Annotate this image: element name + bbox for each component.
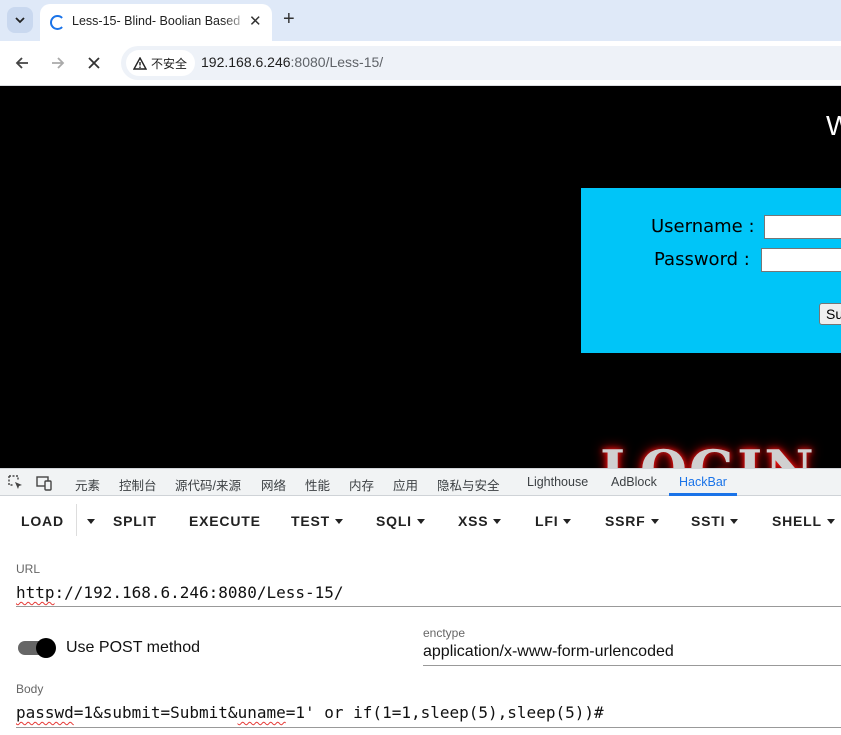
sqli-menu-button[interactable]: SQLI (376, 513, 425, 529)
xss-menu-label: XSS (458, 513, 489, 529)
close-icon (88, 57, 100, 69)
url-field-value: ://192.168.6.246:8080/Less-15/ (54, 583, 344, 602)
password-input[interactable] (761, 248, 841, 272)
password-label: Password : (654, 249, 750, 270)
body-field-label: Body (16, 682, 44, 696)
tab-close-icon[interactable]: ✕ (249, 12, 262, 30)
xss-menu-button[interactable]: XSS (458, 513, 502, 529)
hackbar-toolbar: LOAD SPLIT EXECUTE TEST SQLI XSS LFI SSR… (0, 496, 841, 544)
login-form: Username : Password : Su (581, 188, 841, 353)
enctype-underline (423, 665, 841, 666)
body-uname-word: uname (237, 703, 286, 722)
devtools-tab-sources[interactable]: 源代码/来源 (175, 475, 241, 494)
chevron-down-icon (15, 17, 25, 24)
test-menu-label: TEST (291, 513, 330, 529)
forward-button[interactable] (45, 50, 71, 76)
caret-down-icon (650, 519, 659, 524)
url-field-input[interactable]: http://192.168.6.246:8080/Less-15/ (16, 583, 344, 602)
browser-toolbar: 不安全 192.168.6.246:8080/Less-15/ (0, 41, 841, 86)
browser-tab-active[interactable]: Less-15- Blind- Boolian Based ✕ (40, 4, 272, 41)
address-bar[interactable]: 不安全 192.168.6.246:8080/Less-15/ (121, 46, 841, 80)
warning-triangle-icon (133, 56, 147, 70)
execute-button[interactable]: EXECUTE (189, 513, 261, 529)
test-menu-button[interactable]: TEST (291, 513, 343, 529)
inspect-element-icon[interactable] (7, 474, 25, 492)
devtools-tab-adblock[interactable]: AdBlock (611, 475, 657, 489)
caret-down-icon (826, 519, 835, 524)
url-path: :8080/Less-15/ (290, 54, 384, 70)
back-button[interactable] (9, 50, 35, 76)
caret-down-icon (563, 519, 572, 524)
load-options-dropdown[interactable] (82, 513, 95, 529)
devtools-tabbar: 元素 控制台 源代码/来源 网络 性能 内存 应用 隐私与安全 Lighthou… (0, 468, 841, 496)
devtools-tab-application[interactable]: 应用 (393, 475, 418, 494)
body-field-input[interactable]: passwd=1&submit=Submit&uname=1' or if(1=… (16, 703, 604, 722)
username-label: Username : (651, 216, 755, 237)
caret-down-icon (416, 519, 425, 524)
lfi-menu-label: LFI (535, 513, 559, 529)
ssrf-menu-label: SSRF (605, 513, 646, 529)
body-field-underline (16, 727, 841, 728)
devtools-tab-lighthouse[interactable]: Lighthouse (527, 475, 588, 489)
ssti-menu-label: SSTI (691, 513, 726, 529)
caret-down-icon (493, 519, 502, 524)
devtools-tab-performance[interactable]: 性能 (305, 475, 330, 494)
device-toolbar-icon[interactable] (35, 474, 53, 492)
arrow-left-icon (15, 57, 28, 69)
stop-loading-button[interactable] (81, 50, 107, 76)
security-indicator[interactable]: 不安全 (126, 50, 195, 76)
new-tab-button[interactable]: + (283, 8, 295, 30)
login-banner-image: LOGIN (600, 438, 816, 468)
devtools-tab-privacy-security[interactable]: 隐私与安全 (437, 475, 500, 494)
tab-search-button[interactable] (7, 7, 33, 33)
arrow-right-icon (52, 57, 65, 69)
sqli-menu-label: SQLI (376, 513, 412, 529)
body-field-tail: =1' or if(1=1,sleep(5),sleep(5))# (285, 703, 604, 722)
split-button[interactable]: SPLIT (113, 513, 157, 529)
browser-tabstrip: Less-15- Blind- Boolian Based ✕ + (0, 0, 841, 41)
welcome-heading: W (826, 110, 841, 141)
tab-title: Less-15- Blind- Boolian Based (72, 14, 241, 28)
enctype-select[interactable]: application/x-www-form-urlencoded (423, 643, 674, 661)
page-viewport: W Username : Password : Su LOGIN (0, 86, 841, 468)
username-input[interactable] (764, 215, 841, 239)
load-button[interactable]: LOAD (21, 513, 64, 529)
post-method-label: Use POST method (66, 639, 200, 656)
load-divider (76, 504, 77, 536)
security-label: 不安全 (151, 56, 188, 71)
url-field-underline (16, 606, 841, 607)
url-field-label: URL (16, 562, 41, 576)
url-scheme-text: http (16, 583, 55, 602)
body-first-word: passwd (16, 703, 74, 722)
devtools-tab-hackbar[interactable]: HackBar (679, 475, 727, 489)
devtools-tab-network[interactable]: 网络 (261, 475, 286, 494)
submit-button[interactable]: Su (819, 303, 841, 325)
shell-menu-button[interactable]: SHELL (772, 513, 835, 529)
url-text: 192.168.6.246:8080/Less-15/ (201, 54, 383, 70)
devtools-tab-memory[interactable]: 内存 (349, 475, 374, 494)
post-method-toggle-knob[interactable] (36, 638, 56, 658)
ssrf-menu-button[interactable]: SSRF (605, 513, 659, 529)
caret-down-icon (87, 519, 95, 524)
caret-down-icon (334, 519, 343, 524)
lfi-menu-button[interactable]: LFI (535, 513, 572, 529)
shell-menu-label: SHELL (772, 513, 822, 529)
devtools-tab-elements[interactable]: 元素 (75, 475, 100, 494)
body-field-middle: =1&submit=Submit& (73, 703, 238, 722)
caret-down-icon (730, 519, 739, 524)
url-host: 192.168.6.246 (201, 54, 291, 70)
ssti-menu-button[interactable]: SSTI (691, 513, 739, 529)
devtools-tab-console[interactable]: 控制台 (119, 475, 157, 494)
loading-spinner-icon (50, 15, 65, 30)
enctype-label: enctype (423, 626, 466, 640)
